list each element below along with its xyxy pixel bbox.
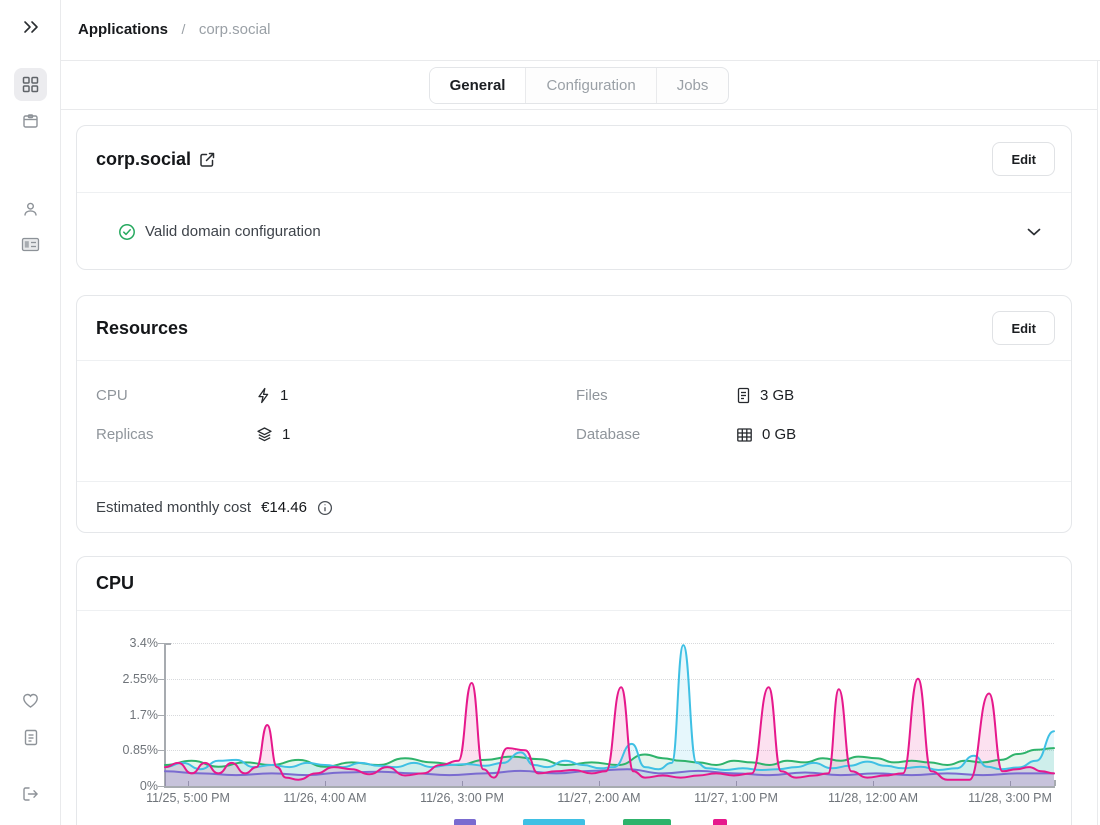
external-link-icon[interactable] [199, 151, 216, 168]
y-axis-label: 1.7% [96, 707, 158, 723]
x-axis-label: 11/26, 3:00 PM [392, 791, 532, 805]
double-chevron-right-icon [23, 19, 39, 39]
y-axis-label: 2.55% [96, 671, 158, 687]
sidebar-item-docs[interactable] [14, 721, 47, 754]
x-axis-label: 11/27, 1:00 PM [666, 791, 806, 805]
domain-status-row[interactable]: Valid domain configuration [77, 193, 1071, 270]
x-axis-label: 11/25, 5:00 PM [118, 791, 258, 805]
x-axis-label: 11/27, 2:00 AM [529, 791, 669, 805]
cpu-chart-plot [165, 643, 1054, 786]
legend-item-3[interactable] [713, 819, 727, 825]
tab-configuration[interactable]: Configuration [525, 68, 655, 103]
replicas-value: 1 [256, 426, 576, 443]
sidebar-item-applications[interactable] [14, 68, 47, 101]
breadcrumb-separator: / [181, 21, 185, 37]
sidebar-item-billing[interactable] [14, 228, 47, 261]
sidebar-item-account[interactable] [14, 193, 47, 226]
y-axis-label: 0.85% [96, 742, 158, 758]
cpu-chart-card: CPU 0%0.85%1.7%2.55%3.4%11/25, 5:00 PM11… [76, 556, 1072, 825]
layers-icon [256, 426, 273, 443]
check-circle-icon [118, 223, 136, 241]
resources-grid: CPU 1 Files 3 GB Replicas 1 D [77, 361, 1071, 443]
y-axis-label: 3.4% [96, 635, 158, 651]
resources-card-header: Resources Edit [77, 296, 1071, 361]
breadcrumb-current: corp.social [199, 21, 271, 38]
cost-row: Estimated monthly cost €14.46 [77, 481, 1071, 533]
document-icon [23, 729, 39, 746]
tab-jobs[interactable]: Jobs [656, 68, 729, 103]
x-axis-label: 11/28, 12:00 AM [803, 791, 943, 805]
chevron-down-icon[interactable] [1027, 228, 1041, 236]
sidebar [0, 0, 61, 825]
table-icon [736, 427, 753, 443]
logout-icon [22, 786, 39, 802]
resources-edit-button[interactable]: Edit [992, 311, 1055, 345]
breadcrumb: Applications / corp.social [78, 21, 271, 39]
app-root: Applications / corp.social General Confi… [0, 0, 1100, 825]
domain-card-header: corp.social Edit [77, 126, 1071, 193]
top-header: Applications / corp.social [61, 0, 1100, 61]
id-card-icon [21, 237, 40, 252]
cost-value: €14.46 [261, 499, 307, 516]
archive-box-icon [22, 113, 39, 130]
files-value: 3 GB [736, 387, 1071, 404]
bolt-icon [256, 387, 271, 404]
tab-bar: General Configuration Jobs [61, 61, 1097, 110]
database-value: 0 GB [736, 426, 1071, 443]
tab-group: General Configuration Jobs [429, 67, 730, 104]
content-right-divider [1097, 61, 1098, 825]
x-axis-endcap [1054, 780, 1056, 786]
cpu-chart: 0%0.85%1.7%2.55%3.4%11/25, 5:00 PM11/26,… [77, 557, 1071, 825]
user-icon [22, 201, 39, 218]
cpu-label: CPU [96, 387, 256, 404]
info-icon[interactable] [317, 500, 333, 516]
sidebar-item-favorites[interactable] [14, 684, 47, 717]
tab-general[interactable]: General [430, 68, 526, 103]
resources-card: Resources Edit CPU 1 Files 3 GB Replicas [76, 295, 1072, 533]
domain-card: corp.social Edit Valid domain configurat… [76, 125, 1072, 270]
sidebar-item-archive[interactable] [14, 105, 47, 138]
cpu-value: 1 [256, 387, 576, 404]
legend-item-1[interactable] [523, 819, 585, 825]
replicas-label: Replicas [96, 426, 256, 443]
breadcrumb-applications-link[interactable]: Applications [78, 21, 168, 38]
domain-name-text: corp.social [96, 149, 191, 170]
legend-item-0[interactable] [454, 819, 476, 825]
resources-card-title: Resources [96, 318, 188, 339]
heart-icon [22, 693, 39, 709]
domain-card-title: corp.social [96, 149, 216, 170]
x-axis-label: 11/26, 4:00 AM [255, 791, 395, 805]
domain-status-text: Valid domain configuration [145, 223, 321, 240]
legend-item-2[interactable] [623, 819, 671, 825]
apps-grid-icon [22, 76, 39, 93]
file-icon [736, 387, 751, 404]
database-label: Database [576, 426, 736, 443]
sidebar-expand-button[interactable] [15, 13, 46, 44]
x-axis-line [164, 786, 1055, 788]
files-label: Files [576, 387, 736, 404]
x-axis-label: 11/28, 3:00 PM [940, 791, 1080, 805]
domain-edit-button[interactable]: Edit [992, 142, 1055, 176]
sidebar-item-logout[interactable] [14, 777, 47, 810]
cost-label: Estimated monthly cost [96, 499, 251, 516]
